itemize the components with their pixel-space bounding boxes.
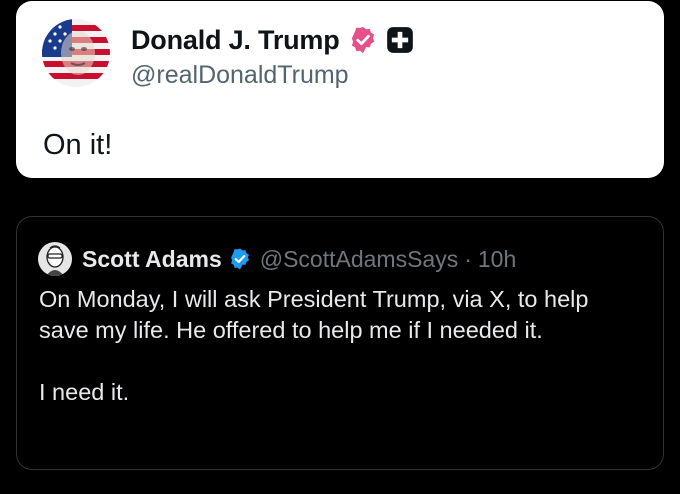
avatar[interactable] [38, 242, 72, 276]
quoted-tweet-card[interactable]: Scott Adams @ScottAdamsSays · 10h On Mon… [16, 216, 664, 470]
timestamp[interactable]: 10h [478, 246, 516, 273]
tweet-paragraph: On Monday, I will ask President Trump, v… [39, 286, 589, 343]
tweet-text: On it! [43, 129, 113, 161]
author-handle[interactable]: @ScottAdamsSays [260, 246, 458, 273]
verified-badge-icon [348, 25, 378, 55]
reply-tweet-card[interactable]: Donald J. Trump @realDonaldTrump On it! [16, 1, 664, 178]
dot-separator: · [464, 245, 472, 272]
quoted-tweet-header: Scott Adams @ScottAdamsSays · 10h [38, 241, 516, 277]
tweet-paragraph: I need it. [39, 379, 130, 405]
affiliate-plus-icon [386, 26, 414, 54]
author-name[interactable]: Scott Adams [82, 246, 222, 273]
avatar[interactable] [42, 19, 110, 87]
reply-author-row: Donald J. Trump [131, 21, 414, 59]
author-handle[interactable]: @realDonaldTrump [131, 61, 349, 90]
verified-badge-icon [228, 247, 252, 271]
quoted-tweet-text: On Monday, I will ask President Trump, v… [39, 284, 639, 408]
author-name[interactable]: Donald J. Trump [131, 25, 340, 56]
